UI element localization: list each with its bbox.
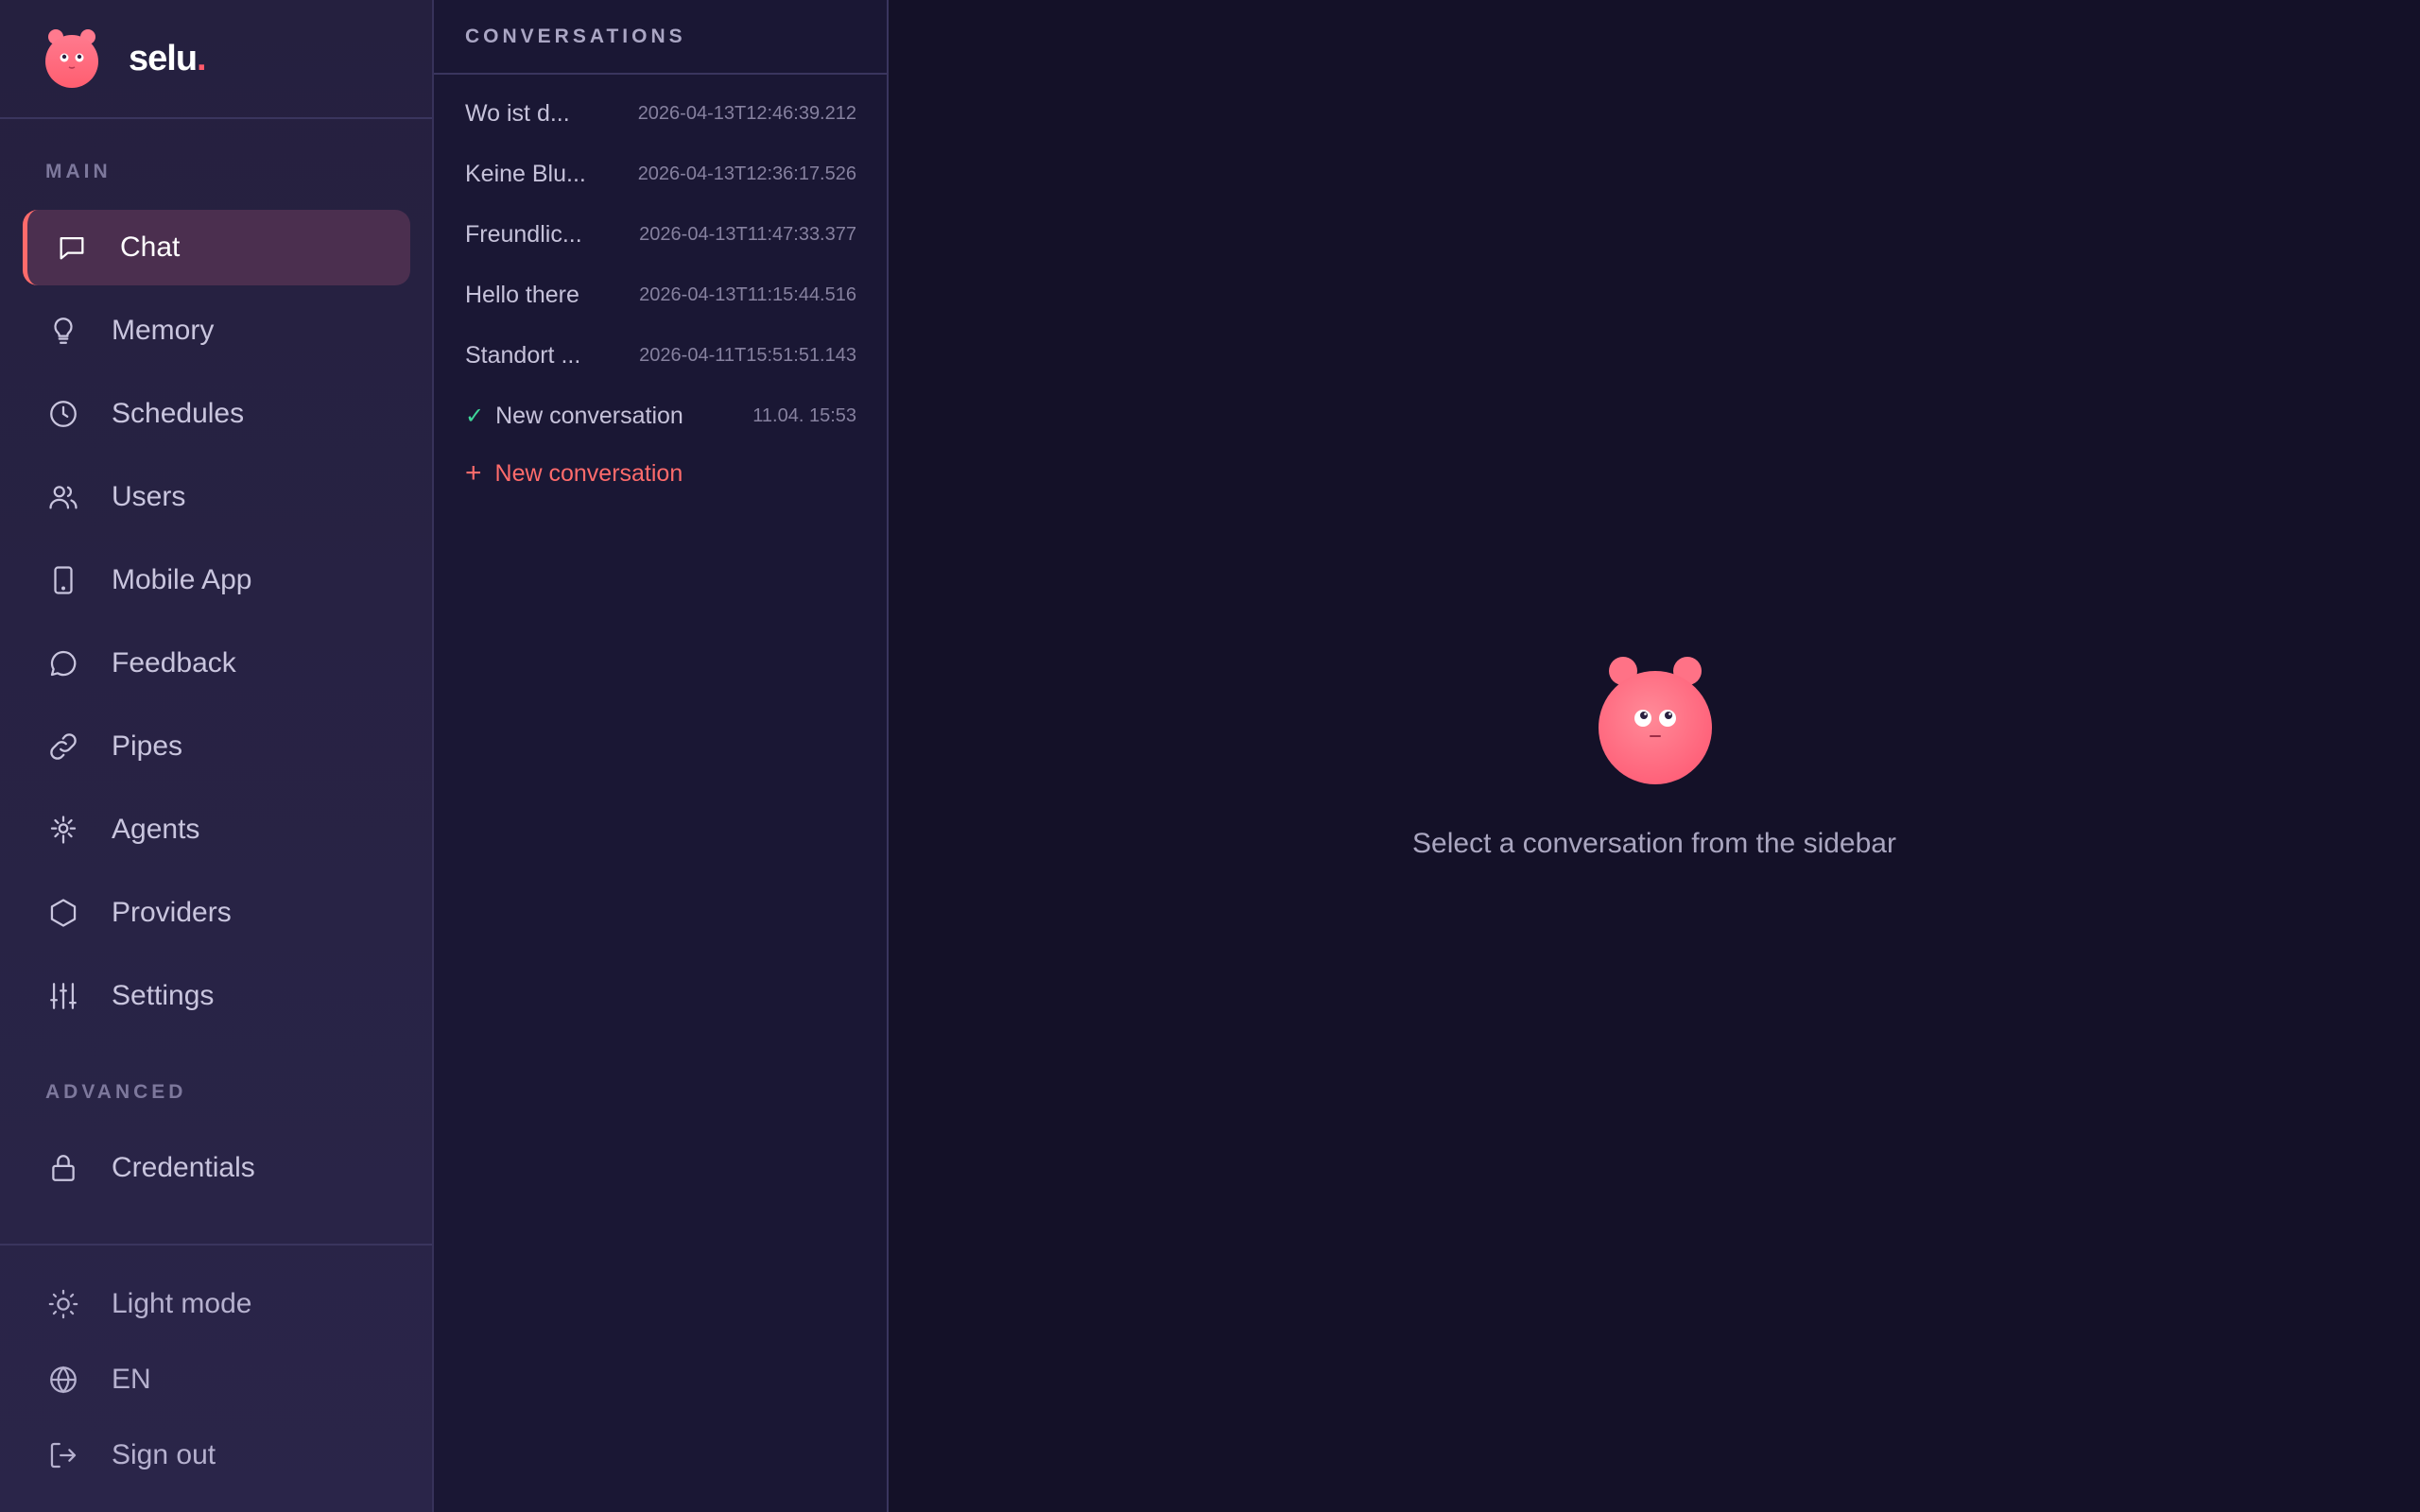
- empty-state-text: Select a conversation from the sidebar: [1412, 828, 1896, 859]
- sidebar-item-label: Credentials: [112, 1152, 255, 1183]
- conversation-time: 2026-04-11T15:51:51.143: [639, 344, 856, 366]
- message-circle-icon: [45, 645, 81, 681]
- sidebar-divider: [0, 1244, 432, 1246]
- sidebar-item-label: Pipes: [112, 730, 183, 762]
- sidebar-item-label: Users: [112, 481, 186, 512]
- brand-name: selu: [129, 38, 198, 78]
- sidebar-item-label: Mobile App: [112, 564, 252, 595]
- conversation-item[interactable]: Keine Blu... 2026-04-13T12:36:17.526: [465, 150, 856, 198]
- conversation-item[interactable]: Hello there 2026-04-13T11:15:44.516: [465, 271, 856, 318]
- conversation-item[interactable]: Freundlic... 2026-04-13T11:47:33.377: [465, 211, 856, 258]
- sliders-icon: [45, 978, 81, 1014]
- light-mode-label: Light mode: [112, 1288, 252, 1319]
- section-label-advanced: ADVANCED: [45, 1081, 187, 1103]
- conversation-title: Freundlic...: [465, 220, 582, 248]
- conversation-title: Hello there: [465, 281, 579, 308]
- sidebar-item-settings[interactable]: Settings: [23, 958, 410, 1034]
- language-selector[interactable]: EN: [23, 1351, 410, 1408]
- chat-icon: [54, 230, 90, 266]
- conversation-time: 2026-04-13T11:47:33.377: [639, 223, 856, 245]
- sidebar-item-credentials[interactable]: Credentials: [23, 1130, 410, 1206]
- hexagon-icon: [45, 895, 81, 931]
- main-content: Select a conversation from the sidebar: [889, 0, 2420, 1512]
- brand[interactable]: selu.: [0, 0, 432, 119]
- link-icon: [45, 729, 81, 765]
- sidebar-item-pipes[interactable]: Pipes: [23, 709, 410, 784]
- clock-icon: [45, 396, 81, 432]
- sidebar-item-label: Settings: [112, 980, 215, 1011]
- sidebar-item-schedules[interactable]: Schedules: [23, 376, 410, 452]
- sidebar-item-label: Schedules: [112, 398, 245, 429]
- sidebar-item-agents[interactable]: Agents: [23, 792, 410, 868]
- lightbulb-icon: [45, 313, 81, 349]
- light-mode-toggle[interactable]: Light mode: [23, 1276, 410, 1332]
- sidebar-item-label: Agents: [112, 814, 200, 845]
- sign-out-label: Sign out: [112, 1439, 216, 1470]
- sidebar-item-mobile-app[interactable]: Mobile App: [23, 542, 410, 618]
- check-icon: ✓: [465, 403, 485, 429]
- brand-dot: .: [197, 38, 207, 78]
- users-icon: [45, 479, 81, 515]
- logout-icon: [45, 1437, 81, 1473]
- conversation-item[interactable]: ✓ New conversation 11.04. 15:53: [465, 392, 856, 439]
- bear-logo-icon: [45, 29, 98, 88]
- new-conversation-label: New conversation: [494, 459, 683, 487]
- sidebar-item-feedback[interactable]: Feedback: [23, 626, 410, 701]
- plus-icon: +: [465, 457, 482, 489]
- sidebar: selu. MAIN Chat Memory Schedules Users M…: [0, 0, 434, 1512]
- conversations-panel: CONVERSATIONS Wo ist d... 2026-04-13T12:…: [434, 0, 889, 1512]
- sidebar-item-memory[interactable]: Memory: [23, 293, 410, 369]
- conversation-item[interactable]: Standort ... 2026-04-11T15:51:51.143: [465, 332, 856, 379]
- conversation-time: 2026-04-13T12:36:17.526: [637, 163, 856, 184]
- sidebar-item-label: Providers: [112, 897, 232, 928]
- conversation-time: 2026-04-13T12:46:39.212: [637, 102, 856, 124]
- sidebar-item-label: Feedback: [112, 647, 236, 679]
- lock-icon: [45, 1150, 81, 1186]
- conversations-header: CONVERSATIONS: [434, 0, 887, 75]
- sidebar-item-providers[interactable]: Providers: [23, 875, 410, 951]
- language-label: EN: [112, 1364, 151, 1395]
- sign-out-button[interactable]: Sign out: [23, 1427, 410, 1484]
- conversation-title: Keine Blu...: [465, 160, 586, 187]
- sidebar-item-label: Chat: [120, 232, 181, 263]
- conversation-title: Wo ist d...: [465, 99, 570, 127]
- phone-icon: [45, 562, 81, 598]
- sidebar-item-users[interactable]: Users: [23, 459, 410, 535]
- bear-mascot-icon: [1599, 657, 1712, 784]
- conversation-title: New conversation: [495, 402, 683, 429]
- new-conversation-button[interactable]: + New conversation: [465, 459, 683, 488]
- sidebar-item-label: Memory: [112, 315, 215, 346]
- agent-icon: [45, 812, 81, 848]
- conversation-title: Standort ...: [465, 341, 581, 369]
- sidebar-item-chat[interactable]: Chat: [23, 210, 410, 285]
- conversation-time: 2026-04-13T11:15:44.516: [639, 284, 856, 305]
- sun-icon: [45, 1286, 81, 1322]
- section-label-main: MAIN: [45, 161, 112, 182]
- conversation-item[interactable]: Wo ist d... 2026-04-13T12:46:39.212: [465, 90, 856, 137]
- conversation-time: 11.04. 15:53: [752, 404, 856, 426]
- globe-icon: [45, 1362, 81, 1398]
